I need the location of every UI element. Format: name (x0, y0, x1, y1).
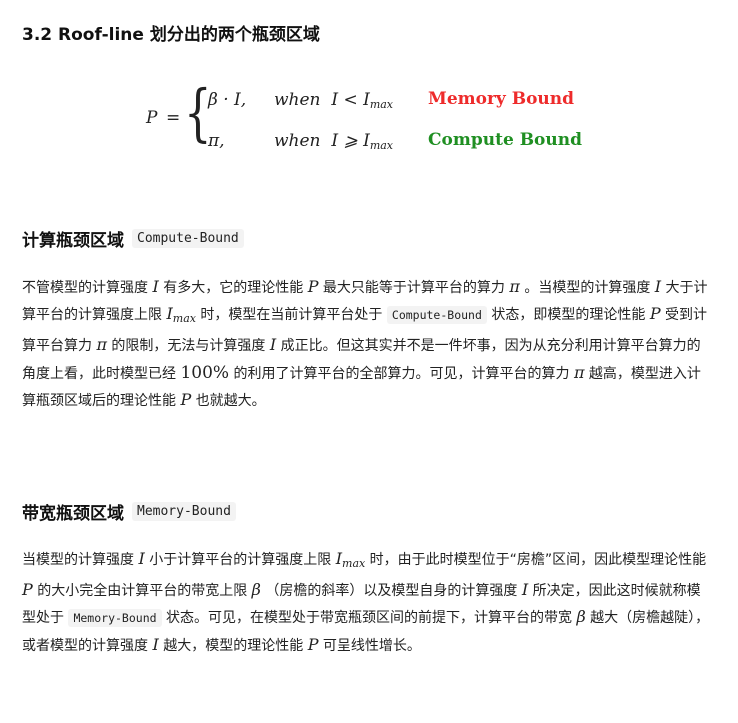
text: 的大小完全由计算平台的带宽上限 (32, 583, 252, 600)
math-sub: max (172, 312, 196, 326)
math-sub: max (342, 557, 366, 570)
text: （房檐的斜率）以及模型自身的计算强度 (260, 583, 522, 600)
section-title: 计算瓶颈区域 (22, 231, 124, 251)
inline-code: Compute-Bound (132, 229, 244, 248)
formula-cond-text: I < I (331, 90, 370, 110)
piecewise-formula: P = { β · I, when I < Imax Memory Bound … (0, 82, 738, 166)
formula-case-expr: π, (208, 131, 225, 151)
text: 也就越大。 (191, 392, 266, 409)
page-title: 3.2 Roof-line 划分出的两个瓶颈区域 (22, 25, 320, 45)
text: 越大，模型的理论性能 (158, 637, 308, 654)
section-heading-memory: 带宽瓶颈区域 Memory-Bound (22, 499, 236, 524)
compute-bound-label: Compute Bound (428, 130, 583, 150)
math-var: π (96, 335, 107, 355)
paragraph-compute-bound: 不管模型的计算强度 I 有多大，它的理论性能 P 最大只能等于计算平台的算力 π… (22, 274, 712, 414)
formula-cond-sub: max (369, 98, 394, 111)
math-var: π (509, 277, 520, 296)
text: 的利用了计算平台的全部算力。可见，计算平台的算力 (229, 365, 574, 382)
text: 可呈线性增长。 (318, 637, 421, 654)
text: 时，模型在当前计算平台处于 (195, 307, 387, 324)
formula-lhs: P (146, 108, 158, 128)
formula-when: when (274, 131, 321, 151)
formula-cond-sub: max (369, 139, 394, 152)
section-heading-compute: 计算瓶颈区域 Compute-Bound (22, 226, 244, 251)
inline-code: Memory-Bound (68, 609, 162, 628)
math-var: P (22, 580, 33, 600)
formula-when: when (274, 90, 321, 110)
formula-condition: when I ⩾ Imax (274, 131, 393, 152)
section-title: 带宽瓶颈区域 (22, 504, 124, 524)
formula-cond-text: I ⩾ I (331, 131, 370, 151)
formula-case-expr: β · I, (208, 90, 247, 110)
paragraph-memory-bound: 当模型的计算强度 I 小于计算平台的计算强度上限 Imax 时，由于此时模型位于… (22, 546, 712, 659)
text: 的限制，无法与计算强度 (106, 338, 270, 355)
math-var: P (180, 389, 192, 409)
math-var: π (573, 362, 585, 382)
formula-equals: = (166, 108, 181, 128)
math-var: P (307, 277, 319, 296)
inline-code: Memory-Bound (132, 502, 236, 521)
text: 状态，即模型的理论性能 (486, 307, 650, 324)
formula-condition: when I < Imax (274, 90, 393, 111)
math-var: β (576, 607, 586, 627)
math-var: P (649, 304, 661, 324)
math-number: 100% (180, 362, 230, 383)
text: 当模型的计算强度 (22, 552, 139, 568)
math-var: P (307, 634, 319, 654)
text: 时，由于此时模型位于“房檐”区间，因此模型理论性能 (365, 552, 707, 568)
inline-code: Compute-Bound (386, 306, 487, 325)
text: 状态。可见，在模型处于带宽瓶颈区间的前提下，计算平台的带宽 (161, 610, 577, 627)
text: 不管模型的计算强度 (22, 280, 153, 296)
math-var: β (251, 580, 261, 600)
document-page: 3.2 Roof-line 划分出的两个瓶颈区域 P = { β · I, wh… (0, 0, 738, 723)
memory-bound-label: Memory Bound (428, 89, 575, 109)
text: 最大只能等于计算平台的算力 (318, 280, 510, 296)
text: 。当模型的计算强度 (519, 280, 655, 296)
text: 有多大，它的理论性能 (158, 280, 308, 296)
text: 小于计算平台的计算强度上限 (144, 552, 336, 568)
